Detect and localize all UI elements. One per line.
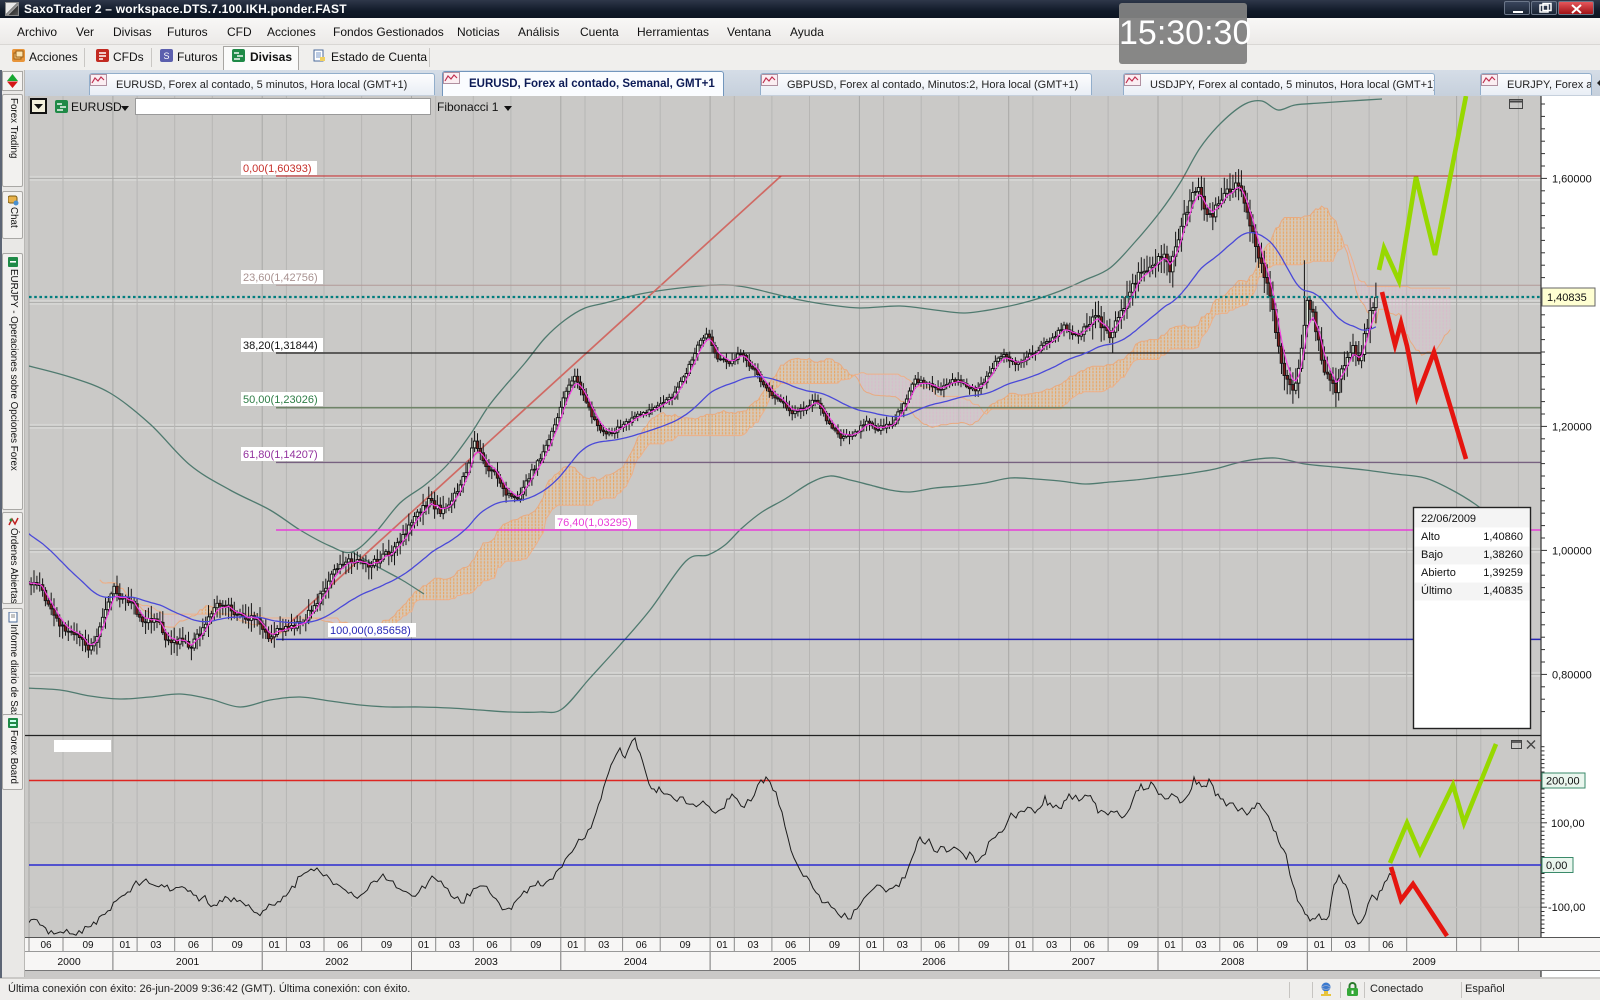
svg-text:2009: 2009 <box>1413 956 1437 968</box>
svg-text:01: 01 <box>269 940 281 951</box>
svg-text:1,39259: 1,39259 <box>1483 567 1523 579</box>
svg-text:2006: 2006 <box>922 956 946 968</box>
svg-text:01: 01 <box>1165 940 1177 951</box>
svg-text:09: 09 <box>829 940 841 951</box>
svg-text:06: 06 <box>636 940 648 951</box>
svg-text:1,38260: 1,38260 <box>1483 549 1523 561</box>
svg-text:Abierto: Abierto <box>1421 567 1456 579</box>
svg-text:0,80000: 0,80000 <box>1552 669 1592 681</box>
svg-text:1,40860: 1,40860 <box>1483 531 1523 543</box>
svg-text:03: 03 <box>1046 940 1058 951</box>
svg-text:38,20(1,31844): 38,20(1,31844) <box>243 340 318 352</box>
svg-text:09: 09 <box>232 940 244 951</box>
svg-text:2008: 2008 <box>1221 956 1245 968</box>
svg-text:06: 06 <box>40 940 52 951</box>
svg-text:03: 03 <box>300 940 312 951</box>
svg-text:Alto: Alto <box>1421 531 1440 543</box>
svg-text:2001: 2001 <box>176 956 200 968</box>
svg-text:09: 09 <box>1128 940 1140 951</box>
svg-text:61,80(1,14207): 61,80(1,14207) <box>243 449 318 461</box>
svg-text:06: 06 <box>1084 940 1096 951</box>
svg-text:09: 09 <box>530 940 542 951</box>
svg-text:01: 01 <box>866 940 878 951</box>
svg-text:06: 06 <box>785 940 797 951</box>
svg-text:200,00: 200,00 <box>1546 776 1580 788</box>
svg-text:06: 06 <box>487 940 499 951</box>
svg-text:22/06/2009: 22/06/2009 <box>1421 513 1476 525</box>
svg-text:2004: 2004 <box>624 956 648 968</box>
svg-text:03: 03 <box>1195 940 1207 951</box>
svg-text:06: 06 <box>1233 940 1245 951</box>
svg-text:01: 01 <box>1015 940 1027 951</box>
svg-text:1,60000: 1,60000 <box>1552 173 1592 185</box>
svg-text:03: 03 <box>748 940 760 951</box>
svg-text:09: 09 <box>82 940 94 951</box>
svg-text:2002: 2002 <box>325 956 349 968</box>
svg-text:100,00: 100,00 <box>1551 818 1585 830</box>
svg-text:2003: 2003 <box>475 956 499 968</box>
svg-text:50,00(1,23026): 50,00(1,23026) <box>243 394 318 406</box>
svg-text:01: 01 <box>119 940 131 951</box>
svg-text:S: S <box>164 51 170 61</box>
svg-text:06: 06 <box>934 940 946 951</box>
svg-text:Bajo: Bajo <box>1421 549 1443 561</box>
svg-text:01: 01 <box>717 940 729 951</box>
svg-text:0,00: 0,00 <box>1546 860 1567 872</box>
svg-text:03: 03 <box>150 940 162 951</box>
svg-text:09: 09 <box>978 940 990 951</box>
svg-text:1,20000: 1,20000 <box>1552 421 1592 433</box>
svg-text:01: 01 <box>1314 940 1326 951</box>
svg-text:2000: 2000 <box>57 956 81 968</box>
svg-text:1,00000: 1,00000 <box>1552 545 1592 557</box>
svg-text:1,40835: 1,40835 <box>1547 292 1587 304</box>
svg-text:1,40835: 1,40835 <box>1483 585 1523 597</box>
svg-text:09: 09 <box>680 940 692 951</box>
svg-text:-100,00: -100,00 <box>1548 902 1585 914</box>
svg-text:06: 06 <box>188 940 200 951</box>
svg-text:03: 03 <box>449 940 461 951</box>
svg-text:03: 03 <box>598 940 610 951</box>
svg-text:100,00(0,85658): 100,00(0,85658) <box>330 625 411 637</box>
svg-text:01: 01 <box>418 940 430 951</box>
svg-text:23,60(1,42756): 23,60(1,42756) <box>243 272 318 284</box>
svg-text:06: 06 <box>1382 940 1394 951</box>
svg-text:03: 03 <box>897 940 909 951</box>
svg-text:2005: 2005 <box>773 956 797 968</box>
svg-text:2007: 2007 <box>1072 956 1096 968</box>
svg-text:03: 03 <box>1345 940 1357 951</box>
svg-text:76,40(1,03295): 76,40(1,03295) <box>557 517 632 529</box>
svg-text:09: 09 <box>1277 940 1289 951</box>
svg-text:06: 06 <box>337 940 349 951</box>
svg-text:0,00(1,60393): 0,00(1,60393) <box>243 163 312 175</box>
svg-text:09: 09 <box>381 940 393 951</box>
svg-text:01: 01 <box>567 940 579 951</box>
svg-text:Último: Último <box>1421 584 1452 597</box>
